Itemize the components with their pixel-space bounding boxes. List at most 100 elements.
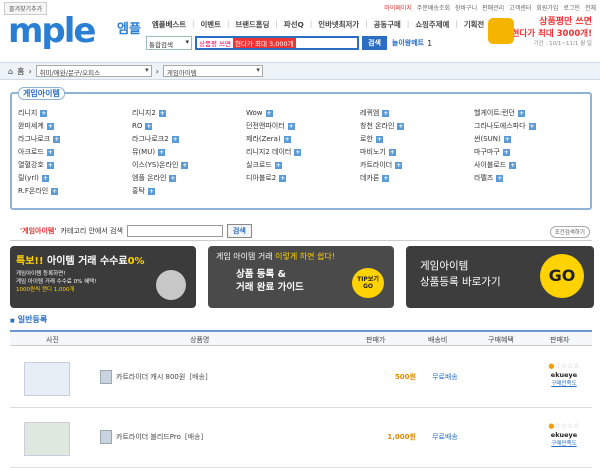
category-item[interactable]: Wow + bbox=[246, 108, 360, 118]
category-item[interactable]: 헬게이트:런던 + bbox=[474, 108, 588, 118]
category-item[interactable]: 이스(YS)온라인 + bbox=[132, 160, 246, 170]
expand-plus-icon[interactable]: + bbox=[395, 161, 403, 169]
tip-go-button[interactable]: TIP보기 GO bbox=[352, 268, 384, 298]
expand-plus-icon[interactable]: + bbox=[375, 135, 383, 143]
category-item[interactable]: 리니지2 + bbox=[132, 108, 246, 118]
search-button[interactable]: 검색 bbox=[362, 36, 387, 50]
seller-name[interactable]: ekueye bbox=[536, 371, 592, 379]
category-item[interactable]: 홍탁 + bbox=[132, 186, 246, 196]
expand-plus-icon[interactable]: + bbox=[388, 148, 396, 156]
category-item[interactable]: 카트라이더 + bbox=[360, 160, 474, 170]
expand-plus-icon[interactable]: + bbox=[51, 187, 59, 195]
expand-plus-icon[interactable]: + bbox=[283, 135, 291, 143]
banner-register[interactable]: 게임아이템 상품등록 바로가기 GO bbox=[406, 246, 594, 308]
category-item[interactable]: 디아블로2 + bbox=[246, 173, 360, 183]
expand-plus-icon[interactable]: + bbox=[503, 135, 511, 143]
category-item[interactable]: 라그나로크2 + bbox=[132, 134, 246, 144]
expand-plus-icon[interactable]: + bbox=[40, 109, 48, 117]
category-item[interactable]: 라그나로크 + bbox=[18, 134, 132, 144]
expand-plus-icon[interactable]: + bbox=[53, 135, 61, 143]
gnb-theme[interactable]: 쇼핑주제예 bbox=[415, 19, 449, 30]
detail-search-button[interactable]: 조건검색하기 bbox=[549, 226, 590, 238]
expand-plus-icon[interactable]: + bbox=[509, 161, 517, 169]
search-scope-select[interactable]: 통합검색 bbox=[146, 36, 192, 50]
category-item[interactable]: 제라(Zera) + bbox=[246, 134, 360, 144]
category-item[interactable]: 썬(SUN) + bbox=[474, 134, 588, 144]
toplink-cart[interactable]: 장바구니 bbox=[455, 3, 477, 12]
category-item[interactable]: 라펠즈 + bbox=[474, 173, 588, 183]
category-item[interactable]: 릴(yrl) + bbox=[18, 173, 132, 183]
category-item[interactable]: 실크로드 + bbox=[246, 160, 360, 170]
expand-plus-icon[interactable]: + bbox=[171, 135, 179, 143]
gnb-special[interactable]: 기획전 bbox=[464, 19, 484, 30]
expand-plus-icon[interactable]: + bbox=[397, 122, 405, 130]
category-item[interactable]: 그라나도에스파다 + bbox=[474, 121, 588, 131]
expand-plus-icon[interactable]: + bbox=[496, 174, 504, 182]
promo-ad[interactable]: 상품평만 쓰면 현다가 최대 3000개! 기간 : 10/1~11/1 월 일 bbox=[486, 14, 596, 56]
expand-plus-icon[interactable]: + bbox=[279, 174, 287, 182]
site-logo[interactable]: mple bbox=[8, 14, 96, 48]
category-item[interactable]: 리니지2 데이터 + bbox=[246, 147, 360, 157]
expand-plus-icon[interactable]: + bbox=[382, 174, 390, 182]
expand-plus-icon[interactable]: + bbox=[382, 109, 390, 117]
expand-plus-icon[interactable]: + bbox=[46, 122, 54, 130]
category-item[interactable]: 레퀴엠 + bbox=[360, 108, 474, 118]
in-category-input[interactable] bbox=[126, 225, 223, 237]
gnb-group[interactable]: 공동구매 bbox=[374, 19, 401, 30]
seller-name[interactable]: ekueye bbox=[536, 431, 592, 439]
category-item[interactable]: 사이블로드 + bbox=[474, 160, 588, 170]
category-item[interactable]: 마비노기 + bbox=[360, 147, 474, 157]
category-item[interactable]: 열혈강호 + bbox=[18, 160, 132, 170]
expand-plus-icon[interactable]: + bbox=[265, 109, 273, 117]
go-button[interactable]: GO bbox=[540, 254, 584, 298]
category-item[interactable]: 창천 온라인 + bbox=[360, 121, 474, 131]
today-link[interactable]: 놀이왕메트 bbox=[392, 38, 424, 48]
seller-satisfaction-link[interactable]: 구매만족도 bbox=[536, 379, 592, 387]
home-icon[interactable]: ⌂ bbox=[8, 67, 13, 76]
toplink-order[interactable]: 주문배송조회 bbox=[417, 3, 450, 12]
expand-plus-icon[interactable]: + bbox=[518, 109, 525, 117]
category-item[interactable]: 리니지 + bbox=[18, 108, 132, 118]
banner-guide[interactable]: 게임 아이템 거래 이렇게 하면 쉽다! 상품 등록 & 거래 완료 가이드 T… bbox=[208, 246, 394, 308]
category-item[interactable]: 뮤(MU) + bbox=[132, 147, 246, 157]
product-thumbnail[interactable] bbox=[24, 362, 70, 396]
gnb-best[interactable]: 엠플베스트 bbox=[152, 19, 186, 30]
category-item[interactable]: 로한 + bbox=[360, 134, 474, 144]
category-select-2[interactable]: 게임아이템 bbox=[162, 65, 263, 77]
banner-fee-zero[interactable]: 특보!! 아이템 거래 수수료0% 게임아이템 등록하면! 게임 아이템 거래 … bbox=[10, 246, 196, 308]
category-item[interactable]: 엠플 온라인 + bbox=[132, 173, 246, 183]
expand-plus-icon[interactable]: + bbox=[46, 161, 54, 169]
toplink-login[interactable]: 로그인 bbox=[563, 3, 580, 12]
expand-plus-icon[interactable]: + bbox=[528, 122, 536, 130]
in-category-search-button[interactable]: 검색 bbox=[226, 224, 252, 238]
expand-plus-icon[interactable]: + bbox=[274, 161, 282, 169]
category-item[interactable]: 던전앤파이터 + bbox=[246, 121, 360, 131]
expand-plus-icon[interactable]: + bbox=[287, 122, 295, 130]
gnb-lowest[interactable]: 인바넷최저가 bbox=[318, 19, 359, 30]
product-name[interactable]: 카트라이더 캐시 800원 [배송] bbox=[116, 372, 208, 382]
product-name[interactable]: 카트라이더 블리드Pro [배송] bbox=[116, 432, 203, 442]
toplink-seller[interactable]: 판매관리 bbox=[482, 3, 504, 12]
toplink-join[interactable]: 회원가입 bbox=[536, 3, 558, 12]
expand-plus-icon[interactable]: + bbox=[46, 148, 54, 156]
expand-plus-icon[interactable]: + bbox=[158, 109, 166, 117]
seller-satisfaction-link[interactable]: 구매만족도 bbox=[536, 439, 592, 447]
gnb-brand[interactable]: 브랜드홈딩 bbox=[235, 19, 269, 30]
expand-plus-icon[interactable]: + bbox=[169, 174, 177, 182]
expand-plus-icon[interactable]: + bbox=[147, 187, 155, 195]
breadcrumb-home[interactable]: 홈 bbox=[17, 66, 24, 77]
category-item[interactable]: R.F온라인 + bbox=[18, 186, 132, 196]
category-item[interactable]: 아크로드 + bbox=[18, 147, 132, 157]
category-item[interactable]: 데카론 + bbox=[360, 173, 474, 183]
gnb-event[interactable]: 이벤트 bbox=[201, 19, 221, 30]
category-item[interactable]: 마구마구 + bbox=[474, 147, 588, 157]
expand-plus-icon[interactable]: + bbox=[294, 148, 302, 156]
category-item[interactable]: RO + bbox=[132, 121, 246, 131]
category-item[interactable]: 완미세계 + bbox=[18, 121, 132, 131]
expand-plus-icon[interactable]: + bbox=[502, 148, 510, 156]
toplink-all[interactable]: 전체 bbox=[585, 3, 596, 12]
expand-plus-icon[interactable]: + bbox=[181, 161, 189, 169]
expand-plus-icon[interactable]: + bbox=[158, 148, 166, 156]
search-input[interactable]: 상품평 쓰면 현다가 최대 3,000개 bbox=[195, 36, 359, 50]
expand-plus-icon[interactable]: + bbox=[145, 122, 153, 130]
